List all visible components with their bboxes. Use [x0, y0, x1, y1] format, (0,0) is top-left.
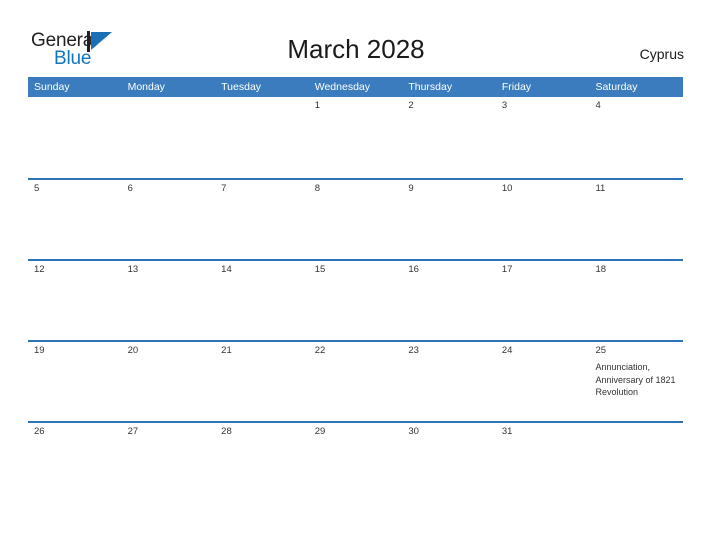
day-cell-empty [121, 97, 216, 176]
day-cell[interactable]: 4 [589, 97, 684, 176]
day-number [215, 97, 309, 115]
day-cell[interactable]: 6 [121, 180, 216, 259]
day-cell[interactable]: 9 [402, 180, 496, 259]
day-number: 11 [595, 183, 606, 194]
day-number: 30 [408, 426, 419, 437]
day-number: 7 [221, 183, 227, 194]
day-number [28, 97, 122, 115]
day-cell[interactable]: 18 [589, 261, 684, 340]
calendar-week-row: 26 27 28 29 30 31 [28, 421, 684, 502]
day-cell-empty [215, 97, 309, 176]
day-number [122, 97, 216, 115]
day-cell[interactable]: 19 [28, 342, 122, 421]
day-number: 19 [34, 345, 45, 356]
day-cell[interactable]: 21 [215, 342, 309, 421]
day-number: 1 [314, 100, 321, 111]
day-cell[interactable]: 31 [495, 423, 590, 502]
calendar-week-row: 5 6 7 8 9 10 11 [28, 178, 684, 259]
day-number: 3 [501, 100, 508, 111]
day-cell[interactable]: 23 [402, 342, 496, 421]
day-cell-empty [589, 423, 684, 502]
day-number: 10 [501, 183, 513, 194]
day-cell[interactable]: 25 Annunciation, Anniversary of 1821 Revo… [589, 342, 684, 421]
day-cell[interactable]: 3 [495, 97, 590, 176]
day-cell[interactable]: 26 [28, 423, 122, 502]
calendar-page: General Blue March 2028 Cyprus Sunday Mo… [0, 0, 712, 550]
day-number: 18 [595, 264, 607, 275]
day-number: 13 [127, 264, 139, 275]
day-number: 20 [127, 345, 139, 356]
day-number: 17 [501, 264, 513, 275]
day-number: 9 [408, 183, 414, 194]
day-cell[interactable]: 27 [121, 423, 216, 502]
day-cell-empty [28, 97, 122, 176]
week-cells: 1 2 3 4 [28, 97, 684, 176]
day-cell[interactable]: 29 [308, 423, 403, 502]
day-number: 4 [595, 100, 601, 111]
day-number: 23 [408, 345, 419, 356]
day-number: 25 [595, 345, 607, 356]
calendar-week-row: 19 20 21 22 23 24 25 Annunciation, Anniversary … [28, 340, 684, 421]
day-number: 26 [34, 426, 45, 437]
day-number: 14 [221, 264, 232, 275]
week-cells: 5 6 7 8 9 10 11 [28, 180, 684, 259]
day-number: 15 [314, 264, 326, 275]
weekday-header-row: Sunday Monday Tuesday Wednesday Thursday… [28, 77, 683, 97]
week-cells: 19 20 21 22 23 24 25 Annunciation, Anniversary … [28, 342, 684, 421]
day-cell[interactable]: 28 [215, 423, 309, 502]
week-cells: 26 27 28 29 30 31 [28, 423, 684, 502]
weekday-header-friday: Friday [501, 81, 532, 93]
day-cell[interactable]: 1 [308, 97, 403, 176]
day-cell[interactable]: 16 [402, 261, 496, 340]
day-number: 16 [408, 264, 419, 275]
day-cell[interactable]: 14 [215, 261, 309, 340]
day-cell[interactable]: 24 [495, 342, 590, 421]
day-cell[interactable]: 20 [121, 342, 216, 421]
day-number: 29 [314, 426, 326, 437]
calendar-weeks: 1 2 3 4 5 6 7 8 9 10 11 12 13 14 15 16 17 18 19 20 21 22 23 24 2… [28, 97, 684, 502]
day-cell[interactable]: 17 [495, 261, 590, 340]
day-cell[interactable]: 11 [589, 180, 684, 259]
weekday-header-monday: Monday [127, 81, 165, 93]
day-cell[interactable]: 7 [215, 180, 309, 259]
country-label: Cyprus [639, 46, 684, 62]
day-cell[interactable]: 5 [28, 180, 122, 259]
page-header: General Blue March 2028 Cyprus [0, 0, 712, 76]
day-number: 21 [221, 345, 232, 356]
calendar-week-row: 1 2 3 4 [28, 97, 684, 178]
day-number: 12 [34, 264, 45, 275]
day-events: Annunciation, Anniversary of 1821 Revolu… [589, 360, 683, 399]
day-number [589, 423, 683, 441]
day-number: 28 [221, 426, 232, 437]
calendar-week-row: 12 13 14 15 16 17 18 [28, 259, 684, 340]
day-cell[interactable]: 8 [308, 180, 403, 259]
weekday-header-sunday: Sunday [34, 81, 70, 93]
page-title: March 2028 [287, 34, 425, 64]
weekday-header-tuesday: Tuesday [221, 81, 262, 93]
week-cells: 12 13 14 15 16 17 18 [28, 261, 684, 340]
day-number: 8 [314, 183, 321, 194]
day-cell[interactable]: 15 [308, 261, 403, 340]
day-cell[interactable]: 30 [402, 423, 496, 502]
calendar-grid: Sunday Monday Tuesday Wednesday Thursday… [28, 77, 684, 502]
day-number: 31 [501, 426, 513, 437]
weekday-header-thursday: Thursday [408, 81, 453, 93]
weekday-header-wednesday: Wednesday [314, 81, 370, 93]
day-event-text: Annunciation, Anniversary of 1821 Revolu… [595, 362, 676, 397]
day-cell[interactable]: 13 [121, 261, 216, 340]
day-cell[interactable]: 22 [308, 342, 403, 421]
weekday-header-saturday: Saturday [595, 81, 638, 93]
day-number: 27 [127, 426, 139, 437]
day-number: 5 [34, 183, 40, 194]
day-number: 22 [314, 345, 326, 356]
day-cell[interactable]: 2 [402, 97, 496, 176]
day-cell[interactable]: 10 [495, 180, 590, 259]
day-number: 24 [501, 345, 513, 356]
day-number: 2 [408, 100, 414, 111]
day-number: 6 [127, 183, 133, 194]
day-cell[interactable]: 12 [28, 261, 122, 340]
